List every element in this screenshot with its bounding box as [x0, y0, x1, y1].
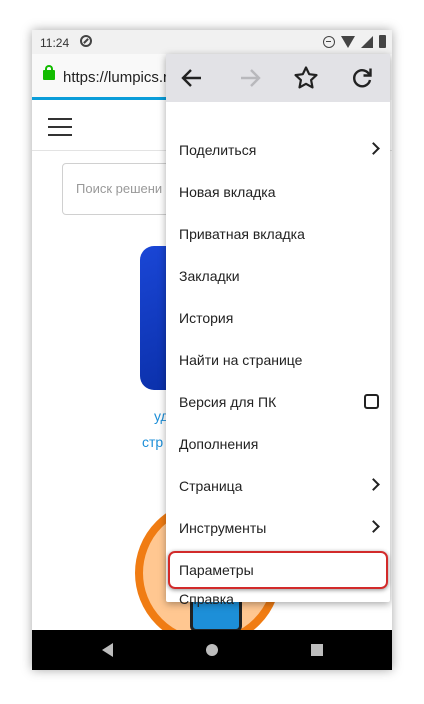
do-not-disturb-icon	[323, 35, 335, 48]
menu-item-label: Новая вкладка	[179, 184, 276, 200]
home-icon[interactable]	[206, 644, 218, 656]
recents-icon[interactable]	[311, 644, 323, 656]
browser-overflow-menu: Поделиться Новая вкладка Приватная вклад…	[166, 54, 390, 607]
battery-icon	[379, 35, 386, 48]
status-time: 11:24	[40, 36, 70, 50]
forward-arrow-icon	[236, 64, 264, 92]
back-icon[interactable]	[102, 643, 113, 657]
menu-item-share[interactable]: Поделиться	[166, 129, 390, 171]
menu-item-label: Справка	[179, 591, 234, 607]
status-bar: 11:24	[32, 30, 392, 54]
menu-item-new-tab[interactable]: Новая вкладка	[166, 171, 390, 213]
navigation-bar	[32, 630, 392, 670]
menu-item-help[interactable]: Справка	[166, 591, 390, 607]
menu-item-tools[interactable]: Инструменты	[166, 507, 390, 549]
url-text[interactable]: https://lumpics.r	[63, 69, 168, 86]
menu-item-find-in-page[interactable]: Найти на странице	[166, 339, 390, 381]
reload-icon[interactable]	[348, 64, 376, 92]
phone-screen: 11:24 https://lumpics.r Поиск решени уд …	[32, 30, 392, 670]
menu-item-history[interactable]: История	[166, 297, 390, 339]
status-icons	[323, 35, 386, 48]
menu-item-label: Поделиться	[179, 142, 257, 158]
menu-item-page[interactable]: Страница	[166, 465, 390, 507]
menu-item-label: Найти на странице	[179, 352, 303, 368]
hamburger-menu-icon[interactable]	[48, 118, 72, 136]
chevron-right-icon	[367, 520, 380, 533]
menu-item-label: Параметры	[179, 562, 254, 578]
notification-icon	[80, 35, 92, 47]
menu-item-label: Страница	[179, 478, 243, 494]
menu-item-settings[interactable]: Параметры	[166, 549, 390, 591]
chevron-right-icon	[367, 142, 380, 155]
menu-item-private-tab[interactable]: Приватная вкладка	[166, 213, 390, 255]
star-icon[interactable]	[292, 64, 320, 92]
menu-item-bookmarks[interactable]: Закладки	[166, 255, 390, 297]
menu-item-label: Инструменты	[179, 520, 267, 536]
menu-item-label: Дополнения	[179, 436, 259, 452]
lock-icon[interactable]	[43, 65, 55, 80]
wifi-icon	[341, 35, 355, 48]
menu-item-label: Закладки	[179, 268, 240, 284]
menu-toolbar	[166, 54, 390, 102]
back-arrow-icon[interactable]	[178, 64, 206, 92]
chevron-right-icon	[367, 478, 380, 491]
desktop-version-checkbox[interactable]	[364, 394, 379, 409]
menu-item-add-ons[interactable]: Дополнения	[166, 423, 390, 465]
menu-item-label: Приватная вкладка	[179, 226, 305, 242]
search-placeholder: Поиск решени	[76, 181, 163, 196]
menu-item-desktop-version[interactable]: Версия для ПК	[166, 381, 390, 423]
signal-icon	[361, 35, 373, 48]
menu-item-label: Версия для ПК	[179, 394, 277, 410]
menu-item-label: История	[179, 310, 234, 326]
page-link-line-2[interactable]: стр	[142, 434, 163, 450]
